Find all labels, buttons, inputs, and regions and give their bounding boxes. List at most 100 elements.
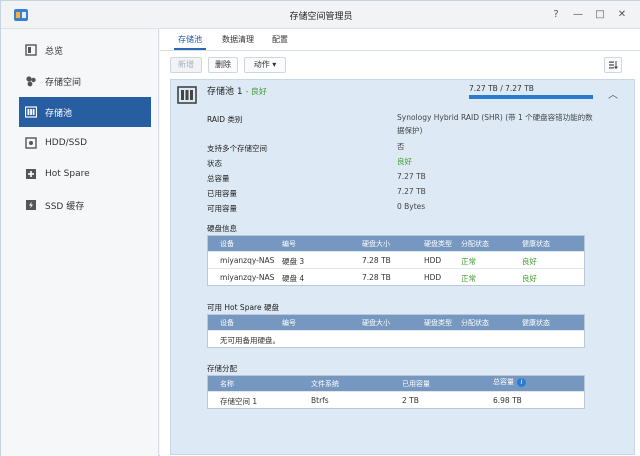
storage-pool-icon (177, 86, 197, 104)
column-header: 硬盘类型 (424, 240, 452, 248)
overview-icon (25, 44, 37, 56)
capacity-bar (469, 95, 593, 99)
sort-icon (609, 61, 618, 70)
tab-bar: 存储池 数据清理 配置 (160, 29, 640, 51)
cell-device: miyanzqy-NAS (220, 256, 275, 265)
sidebar: 总览 存储空间 存储池 HDD/SSD Hot Spare SSD 缓存 (1, 29, 159, 456)
disk-info-table: 设备 编号 硬盘大小 硬盘类型 分配状态 健康状态 miyanzqy-NAS 硬… (207, 235, 585, 286)
minimize-button[interactable]: — (571, 8, 585, 22)
ssd-cache-icon (26, 200, 36, 210)
column-header: 编号 (282, 319, 296, 327)
cell-total-capacity: 6.98 TB (493, 396, 522, 405)
cell-number: 硬盘 4 (282, 274, 305, 283)
volume-icon (26, 76, 36, 87)
prop-label-total-capacity: 总容量 (207, 174, 230, 183)
pool-title-line: 存储池 1 - 良好 (207, 84, 267, 97)
column-header: 分配状态 (461, 240, 489, 248)
cell-file-system: Btrfs (311, 396, 329, 405)
sidebar-item-hdd-ssd[interactable]: HDD/SSD (19, 128, 151, 158)
table-row: 无可用备用硬盘。 (208, 330, 584, 347)
column-header: 硬盘大小 (362, 319, 390, 327)
cell-health-status: 良好 (522, 257, 537, 266)
prop-value-free-capacity: 0 Bytes (397, 202, 426, 211)
hot-spare-icon (26, 169, 36, 179)
pool-status: - 良好 (245, 87, 267, 96)
sidebar-item-overview[interactable]: 总览 (19, 35, 151, 65)
cell-size: 7.28 TB (362, 256, 391, 265)
main-content: 存储池 数据清理 配置 新增 删除 动作 ▾ 存储池 1 - 良好 7.27 T… (160, 29, 640, 456)
prop-label-status: 状态 (207, 159, 222, 168)
column-header: 编号 (282, 240, 296, 248)
sidebar-item-label: 存储空间 (45, 77, 82, 88)
column-header: 健康状态 (522, 319, 550, 327)
collapse-chevron-icon[interactable]: ︿ (608, 86, 618, 101)
close-button[interactable]: ✕ (615, 8, 629, 22)
prop-value-multi-volume: 否 (397, 142, 405, 151)
action-dropdown[interactable]: 动作 ▾ (244, 57, 286, 73)
cell-type: HDD (424, 256, 442, 265)
sidebar-item-volume[interactable]: 存储空间 (19, 66, 151, 96)
sort-button[interactable] (604, 57, 622, 73)
sidebar-item-label: SSD 缓存 (45, 201, 85, 212)
table-header: 设备 编号 硬盘大小 硬盘类型 分配状态 健康状态 (208, 315, 584, 330)
hot-spare-title: 可用 Hot Spare 硬盘 (207, 303, 279, 312)
pool-title: 存储池 1 (207, 87, 243, 97)
total-capacity-header: 总容量 i (493, 377, 526, 387)
table-row[interactable]: miyanzqy-NAS 硬盘 3 7.28 TB HDD 正常 良好 (208, 251, 584, 268)
storage-pool-header[interactable]: 存储池 1 - 良好 7.27 TB / 7.27 TB ︿ (171, 80, 636, 108)
sidebar-item-hot-spare[interactable]: Hot Spare (19, 159, 151, 189)
cell-size: 7.28 TB (362, 273, 391, 282)
cell-used-capacity: 2 TB (402, 396, 419, 405)
table-row[interactable]: miyanzqy-NAS 硬盘 4 7.28 TB HDD 正常 良好 (208, 268, 584, 285)
help-button[interactable]: ? (549, 8, 563, 22)
window-title: 存储空间管理员 (289, 12, 353, 22)
tab-settings[interactable]: 配置 (272, 34, 288, 45)
drive-icon (25, 137, 37, 149)
empty-table-message: 无可用备用硬盘。 (220, 336, 280, 345)
sidebar-item-label: 总览 (45, 46, 64, 57)
allocation-table: 名称 文件系统 已用容量 总容量 i 存储空间 1 Btrfs 2 TB 6.98… (207, 375, 585, 409)
cell-device: miyanzqy-NAS (220, 273, 275, 282)
prop-value-status: 良好 (397, 157, 412, 166)
allocation-title: 存储分配 (207, 364, 237, 373)
tab-data-scrubbing[interactable]: 数据清理 (222, 34, 254, 45)
cell-allocation-status: 正常 (461, 274, 476, 283)
sidebar-item-ssd-cache[interactable]: SSD 缓存 (19, 190, 151, 220)
sidebar-item-label: Hot Spare (45, 169, 90, 179)
prop-label-free-capacity: 可用容量 (207, 204, 237, 213)
maximize-button[interactable]: □ (593, 8, 607, 22)
prop-value-used-capacity: 7.27 TB (397, 187, 426, 196)
toolbar: 新增 删除 动作 ▾ (160, 55, 640, 75)
column-header: 分配状态 (461, 319, 489, 327)
storage-pool-icon (25, 106, 37, 118)
tab-storage-pool[interactable]: 存储池 (178, 34, 202, 45)
column-header: 已用容量 (402, 380, 430, 388)
capacity-bar-fill (469, 95, 593, 99)
info-icon[interactable]: i (517, 378, 526, 387)
column-header: 硬盘大小 (362, 240, 390, 248)
disk-info-title: 硬盘信息 (207, 224, 237, 233)
prop-value-total-capacity: 7.27 TB (397, 172, 426, 181)
cell-type: HDD (424, 273, 442, 282)
title-bar: 存储空间管理员 ? — □ ✕ (1, 1, 640, 29)
active-tab-indicator (174, 48, 206, 50)
prop-label-used-capacity: 已用容量 (207, 189, 237, 198)
cell-volume-name: 存储空间 1 (220, 397, 258, 406)
sidebar-item-label: HDD/SSD (45, 138, 88, 148)
table-header: 设备 编号 硬盘大小 硬盘类型 分配状态 健康状态 (208, 236, 584, 251)
column-header: 设备 (220, 319, 234, 327)
storage-pool-panel: 存储池 1 - 良好 7.27 TB / 7.27 TB ︿ RAID 类别 S… (170, 79, 635, 455)
hot-spare-table: 设备 编号 硬盘大小 硬盘类型 分配状态 健康状态 无可用备用硬盘。 (207, 314, 585, 348)
column-header: 文件系统 (311, 380, 339, 388)
sidebar-item-storage-pool[interactable]: 存储池 (19, 97, 151, 127)
table-row[interactable]: 存储空间 1 Btrfs 2 TB 6.98 TB (208, 391, 584, 408)
prop-label-raid-type: RAID 类别 (207, 115, 243, 124)
create-button[interactable]: 新增 (170, 57, 202, 73)
column-header: 总容量 (493, 378, 514, 386)
column-header: 硬盘类型 (424, 319, 452, 327)
column-header: 名称 (220, 380, 234, 388)
cell-number: 硬盘 3 (282, 257, 305, 266)
prop-label-multi-volume: 支持多个存储空间 (207, 144, 267, 153)
column-header: 设备 (220, 240, 234, 248)
delete-button[interactable]: 删除 (208, 57, 238, 73)
